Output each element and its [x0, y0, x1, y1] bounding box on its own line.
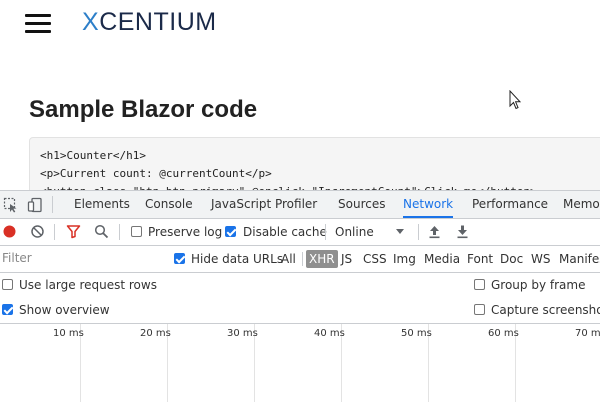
- type-filter-doc[interactable]: Doc: [497, 250, 526, 268]
- logo-x: X: [82, 8, 100, 36]
- clear-icon[interactable]: [30, 224, 45, 239]
- logo-text: CENTIUM: [99, 8, 217, 36]
- type-filter-xhr[interactable]: XHR: [306, 250, 338, 268]
- disable-cache-checkbox[interactable]: [225, 226, 236, 237]
- inspect-element-icon[interactable]: [3, 197, 19, 213]
- type-filter-all[interactable]: All: [278, 250, 299, 268]
- type-filter-img[interactable]: Img: [390, 250, 419, 268]
- toolbar-divider: [119, 224, 120, 240]
- type-filter-css[interactable]: CSS: [360, 250, 390, 268]
- tab-network[interactable]: Network: [403, 191, 454, 218]
- capture-screenshots-label[interactable]: Capture screenshots: [491, 298, 600, 322]
- group-by-frame-label[interactable]: Group by frame: [491, 273, 585, 297]
- devtools-tabbar: Elements Console JavaScript Profiler Sou…: [0, 191, 600, 219]
- settings-row: Show overview Capture screenshots: [0, 298, 600, 322]
- timeline-tick-label: 20 ms: [140, 328, 171, 339]
- mouse-cursor-icon: [509, 90, 521, 110]
- timeline-tick-label: 40 ms: [314, 328, 345, 339]
- import-har-icon[interactable]: [428, 224, 441, 239]
- hamburger-bar: [25, 30, 51, 33]
- type-filter-js[interactable]: JS: [338, 250, 355, 268]
- hide-data-urls-checkbox[interactable]: [174, 253, 185, 264]
- filter-input[interactable]: [0, 248, 164, 268]
- toolbar-divider: [418, 224, 419, 240]
- show-overview-label[interactable]: Show overview: [19, 298, 110, 322]
- hamburger-menu-icon[interactable]: [25, 12, 51, 34]
- tab-elements[interactable]: Elements: [74, 191, 130, 218]
- code-line: <h1>Counter</h1>: [40, 149, 146, 162]
- throttling-select[interactable]: Online: [335, 219, 374, 245]
- timeline-tick-label: 70 ms: [575, 328, 600, 339]
- filter-bar: Hide data URLs All XHR JS CSS Img Media …: [0, 246, 600, 273]
- toolbar-divider: [325, 224, 326, 240]
- dropdown-arrow-icon[interactable]: [396, 229, 404, 235]
- type-filter-ws[interactable]: WS: [528, 250, 553, 268]
- preserve-log-label[interactable]: Preserve log: [148, 219, 222, 245]
- tab-memory[interactable]: Memory: [563, 191, 600, 218]
- type-filter-media[interactable]: Media: [421, 250, 463, 268]
- hamburger-bar: [25, 14, 51, 17]
- record-icon[interactable]: [2, 224, 17, 239]
- network-overview-timeline[interactable]: 10 ms 20 ms 30 ms 40 ms 50 ms 60 ms 70 m…: [0, 323, 600, 402]
- settings-row: Use large request rows Group by frame: [0, 273, 600, 297]
- group-by-frame-checkbox[interactable]: [474, 279, 485, 290]
- tab-performance[interactable]: Performance: [472, 191, 548, 218]
- device-toolbar-icon[interactable]: [27, 197, 43, 213]
- code-line: <p>Current count: @currentCount</p>: [40, 167, 272, 180]
- tab-sources[interactable]: Sources: [338, 191, 385, 218]
- export-har-icon[interactable]: [456, 224, 469, 239]
- tab-javascript-profiler[interactable]: JavaScript Profiler: [211, 191, 317, 218]
- filter-funnel-icon[interactable]: [66, 224, 81, 239]
- large-rows-checkbox[interactable]: [2, 279, 13, 290]
- timeline-tick-label: 10 ms: [53, 328, 84, 339]
- page-title: Sample Blazor code: [29, 96, 258, 123]
- devtools-panel: Elements Console JavaScript Profiler Sou…: [0, 190, 600, 402]
- search-icon[interactable]: [94, 224, 109, 239]
- disable-cache-label[interactable]: Disable cache: [243, 219, 327, 245]
- capture-screenshots-checkbox[interactable]: [474, 304, 485, 315]
- timeline-tick-label: 60 ms: [488, 328, 519, 339]
- hide-data-urls-label[interactable]: Hide data URLs: [191, 246, 283, 272]
- tabbar-divider: [52, 196, 53, 213]
- preserve-log-checkbox[interactable]: [131, 226, 142, 237]
- large-rows-label[interactable]: Use large request rows: [19, 273, 157, 297]
- site-logo[interactable]: XCENTIUM: [82, 8, 217, 37]
- filter-divider: [302, 252, 303, 266]
- toolbar-divider: [54, 224, 55, 240]
- type-filter-manifest[interactable]: Manifest: [556, 250, 600, 268]
- hamburger-bar: [25, 22, 51, 25]
- network-toolbar: Preserve log Disable cache Online: [0, 219, 600, 246]
- tab-console[interactable]: Console: [145, 191, 193, 218]
- show-overview-checkbox[interactable]: [2, 304, 13, 315]
- type-filter-font[interactable]: Font: [464, 250, 496, 268]
- timeline-tick-label: 50 ms: [401, 328, 432, 339]
- timeline-tick-label: 30 ms: [227, 328, 258, 339]
